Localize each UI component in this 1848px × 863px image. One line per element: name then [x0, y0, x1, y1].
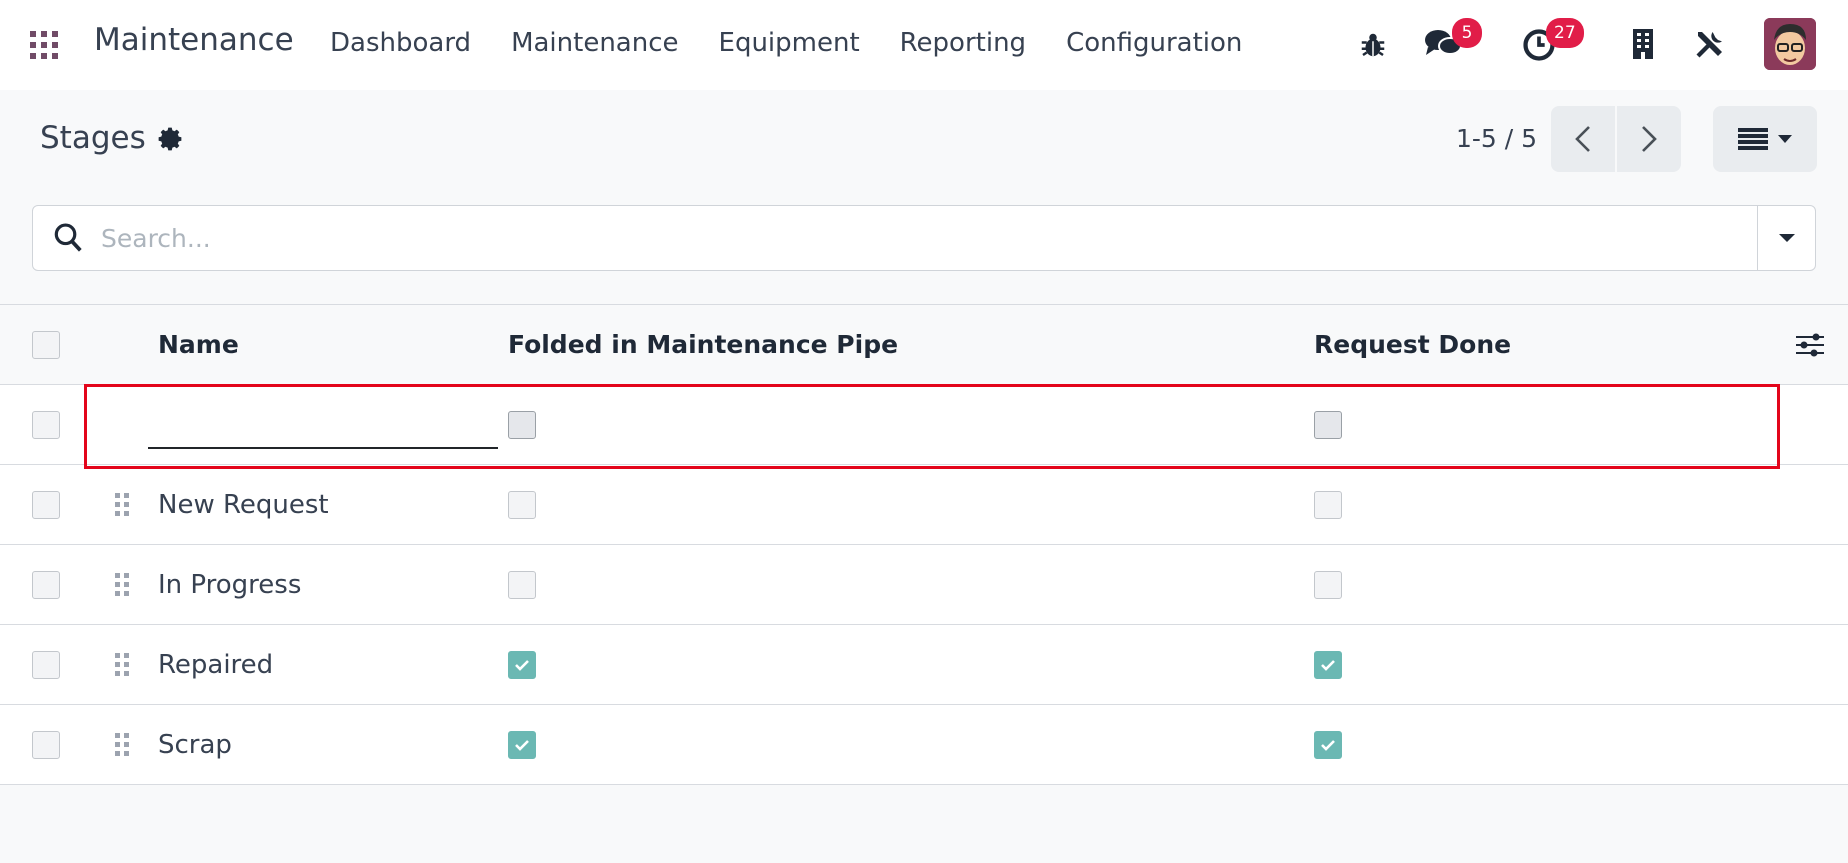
optional-columns-icon[interactable]	[1796, 305, 1824, 384]
folded-checkbox[interactable]	[508, 490, 536, 519]
table-header: Name Folded in Maintenance Pipe Request …	[0, 304, 1848, 385]
new-stage-name-input[interactable]	[148, 401, 498, 449]
page-title: Stages	[40, 120, 146, 156]
chevron-left-icon	[1575, 126, 1590, 152]
company-building-icon[interactable]	[1632, 28, 1654, 64]
top-navbar: Maintenance Dashboard Maintenance Equipm…	[0, 0, 1848, 90]
menu-equipment[interactable]: Equipment	[719, 28, 860, 58]
bug-icon[interactable]	[1358, 30, 1388, 64]
check-icon	[1321, 659, 1335, 671]
column-header-done[interactable]: Request Done	[1314, 305, 1511, 384]
check-icon	[1321, 739, 1335, 751]
table-row[interactable]: New Request	[0, 465, 1848, 545]
search-icon	[53, 222, 83, 258]
row-select-checkbox[interactable]	[32, 570, 60, 599]
menu-configuration[interactable]: Configuration	[1066, 28, 1242, 58]
activities-badge: 27	[1546, 18, 1584, 48]
search-bar	[32, 205, 1816, 271]
request-done-checkbox[interactable]	[1314, 650, 1342, 679]
column-header-name[interactable]: Name	[158, 305, 239, 384]
app-brand[interactable]: Maintenance	[94, 22, 294, 58]
apps-menu-icon[interactable]	[30, 31, 58, 59]
pager-previous-button[interactable]	[1551, 106, 1615, 172]
check-icon	[515, 659, 529, 671]
table-row[interactable]: Scrap	[0, 705, 1848, 785]
list-view-icon	[1738, 128, 1768, 150]
table-row[interactable]: Repaired	[0, 625, 1848, 705]
stage-name: In Progress	[158, 569, 302, 600]
row-select-checkbox[interactable]	[32, 490, 60, 519]
messages-badge: 5	[1452, 18, 1482, 48]
stage-name: Scrap	[158, 729, 232, 760]
drag-handle-icon[interactable]	[114, 625, 130, 704]
stage-name: New Request	[158, 489, 329, 520]
main-menu: Dashboard Maintenance Equipment Reportin…	[330, 28, 1242, 58]
request-done-checkbox[interactable]	[1314, 730, 1342, 759]
search-options-toggle[interactable]	[1757, 206, 1815, 270]
drag-handle-icon[interactable]	[114, 705, 130, 784]
stage-name: Repaired	[158, 649, 274, 680]
search-input[interactable]	[101, 216, 1781, 260]
row-select-checkbox[interactable]	[32, 410, 60, 439]
stages-table: Name Folded in Maintenance Pipe Request …	[0, 304, 1848, 785]
request-done-checkbox[interactable]	[1314, 410, 1342, 439]
user-avatar[interactable]	[1764, 18, 1816, 70]
select-all-checkbox[interactable]	[32, 330, 60, 359]
tools-icon[interactable]	[1694, 28, 1726, 64]
pager-next-button[interactable]	[1617, 106, 1681, 172]
control-panel: Stages 1-5 / 5	[0, 90, 1848, 290]
row-select-checkbox[interactable]	[32, 730, 60, 759]
request-done-checkbox[interactable]	[1314, 490, 1342, 519]
drag-handle-icon[interactable]	[114, 465, 130, 544]
pager-value[interactable]: 1-5 / 5	[1456, 124, 1537, 153]
menu-dashboard[interactable]: Dashboard	[330, 28, 471, 58]
folded-checkbox[interactable]	[508, 410, 536, 439]
new-record-row	[0, 385, 1848, 465]
row-select-checkbox[interactable]	[32, 650, 60, 679]
menu-maintenance[interactable]: Maintenance	[511, 28, 678, 58]
caret-down-icon	[1778, 234, 1795, 242]
view-switcher-button[interactable]	[1713, 106, 1817, 172]
chevron-right-icon	[1642, 126, 1657, 152]
folded-checkbox[interactable]	[508, 650, 536, 679]
column-header-folded[interactable]: Folded in Maintenance Pipe	[508, 305, 898, 384]
folded-checkbox[interactable]	[508, 730, 536, 759]
check-icon	[515, 739, 529, 751]
caret-down-icon	[1778, 135, 1792, 143]
folded-checkbox[interactable]	[508, 570, 536, 599]
menu-reporting[interactable]: Reporting	[900, 28, 1026, 58]
request-done-checkbox[interactable]	[1314, 570, 1342, 599]
drag-handle-icon[interactable]	[114, 545, 130, 624]
gear-icon[interactable]	[157, 126, 183, 156]
table-row[interactable]: In Progress	[0, 545, 1848, 625]
